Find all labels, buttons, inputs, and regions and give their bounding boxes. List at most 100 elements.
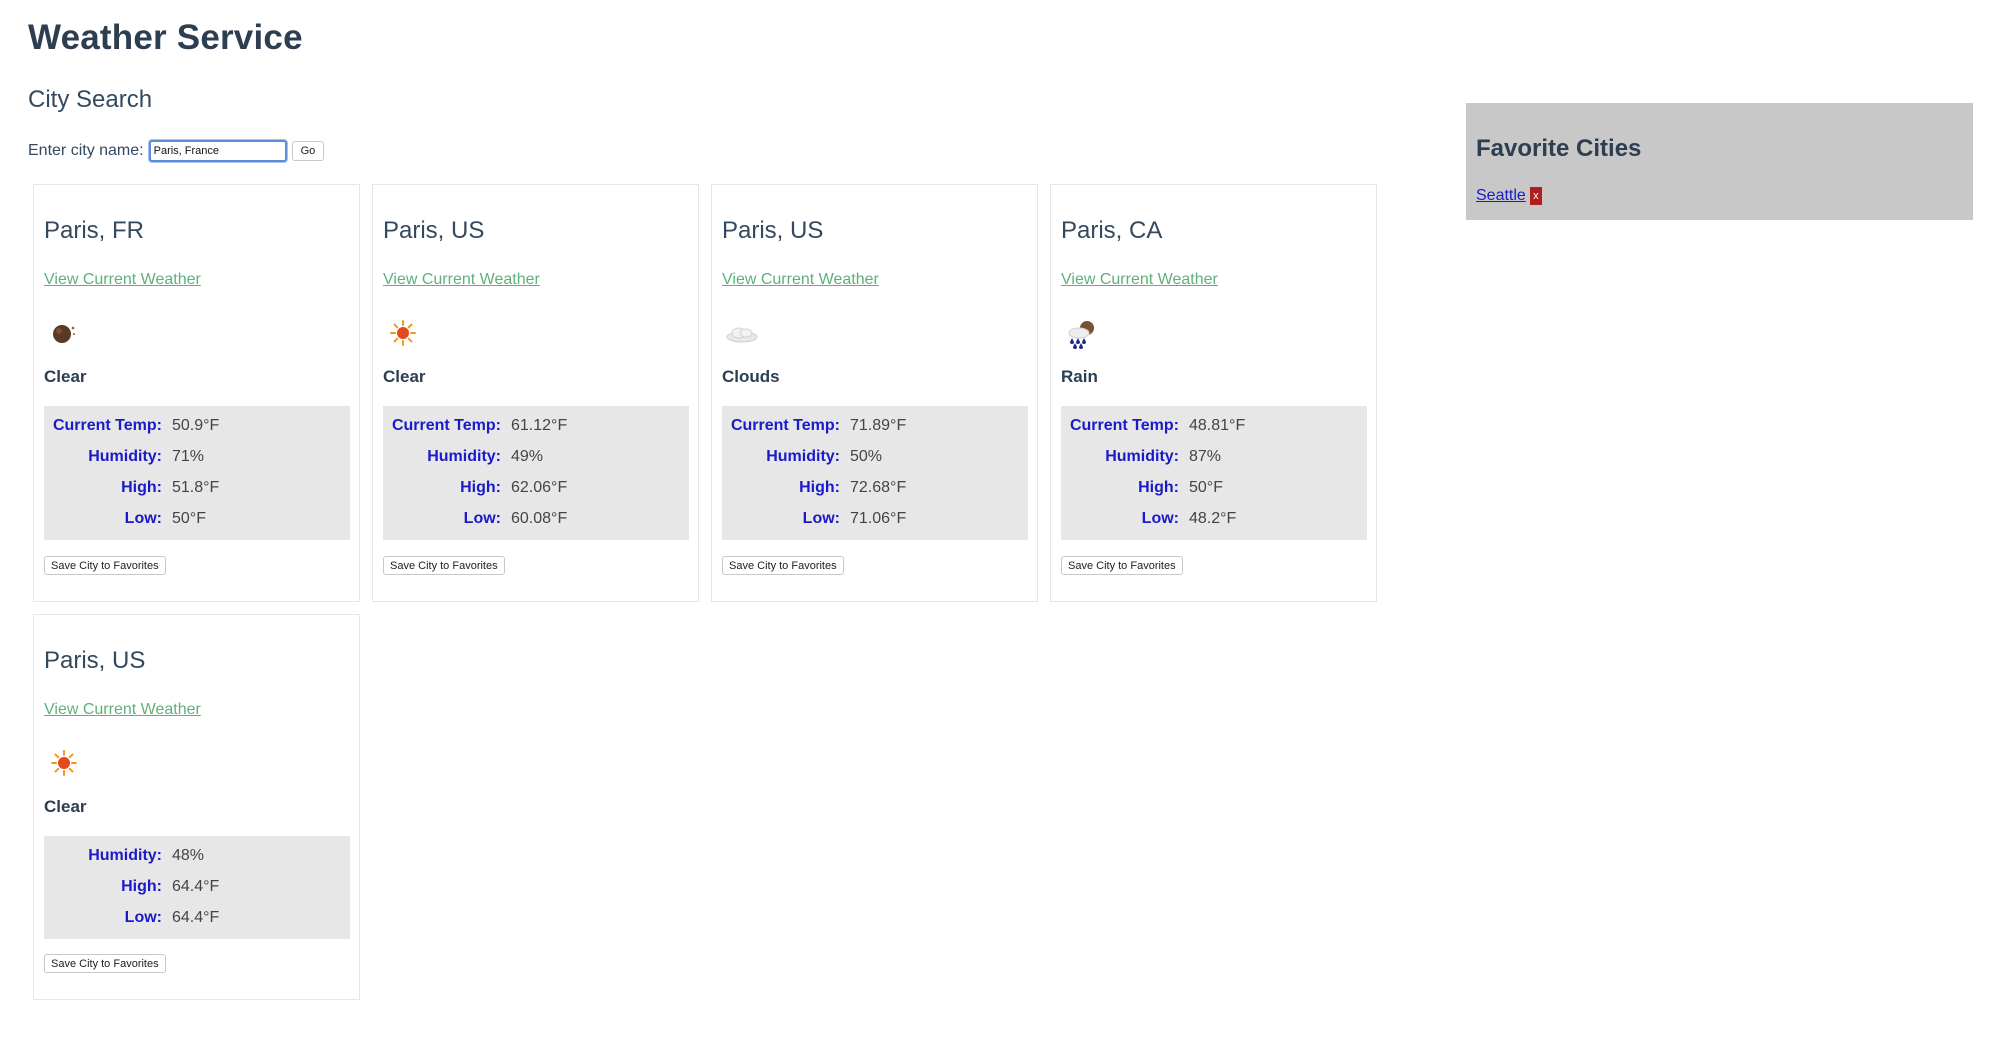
save-city-button[interactable]: Save City to Favorites: [722, 556, 844, 575]
favorite-cities-title: Favorite Cities: [1476, 135, 1642, 162]
stat-label: Current Temp:: [391, 416, 501, 434]
stat-row: Low: 71.06°F: [722, 503, 1028, 534]
stat-row: Low: 64.4°F: [44, 902, 350, 933]
save-city-button[interactable]: Save City to Favorites: [44, 556, 166, 575]
stat-value: 51.8°F: [172, 478, 220, 496]
stat-value: 64.4°F: [172, 908, 220, 926]
stat-label: Low:: [802, 509, 840, 527]
weather-stats: Current Temp: 50.9°F Humidity: 71% High:…: [44, 406, 350, 540]
stat-row: High: 51.8°F: [44, 472, 350, 503]
stat-label: High:: [1138, 478, 1179, 496]
stat-label: Low:: [124, 908, 162, 926]
weather-condition: Clear: [383, 367, 426, 386]
stat-value: 64.4°F: [172, 877, 220, 895]
city-search-form: Enter city name: Go: [28, 140, 325, 162]
city-card: Paris, CA View Current Weather Rain Curr…: [1050, 184, 1377, 602]
stat-value: 50°F: [1189, 478, 1223, 496]
remove-favorite-button[interactable]: x: [1529, 187, 1542, 205]
stat-value: 61.12°F: [511, 416, 568, 434]
stat-row: Low: 48.2°F: [1061, 503, 1367, 534]
stat-label: High:: [121, 478, 162, 496]
favorite-cities-panel: Favorite Cities Seattle x: [1466, 103, 1973, 220]
stat-row: Current Temp: 71.89°F: [722, 410, 1028, 441]
app-title: Weather Service: [28, 18, 303, 57]
moon-icon: [53, 325, 75, 343]
stat-label: High:: [799, 478, 840, 496]
stat-value: 48.81°F: [1189, 416, 1246, 434]
city-name: Paris, US: [44, 647, 146, 674]
stat-row: Humidity: 49%: [383, 441, 689, 472]
stat-label: Low:: [124, 509, 162, 527]
stat-value: 49%: [511, 447, 544, 465]
sun-icon: [390, 320, 416, 346]
stat-label: Current Temp:: [730, 416, 840, 434]
weather-stats: Current Temp: 71.89°F Humidity: 50% High…: [722, 406, 1028, 540]
stat-value: 50°F: [172, 509, 206, 527]
stat-label: Humidity:: [1105, 447, 1179, 465]
city-name: Paris, CA: [1061, 217, 1163, 244]
favorite-city-link[interactable]: Seattle: [1476, 187, 1526, 205]
stat-value: 71.89°F: [850, 416, 907, 434]
city-card: Paris, FR View Current Weather Clear Cur…: [33, 184, 360, 602]
city-name: Paris, US: [383, 217, 485, 244]
weather-condition: Clear: [44, 797, 87, 816]
city-name: Paris, FR: [44, 217, 145, 244]
view-current-weather-link[interactable]: View Current Weather: [1061, 271, 1218, 289]
stat-value: 48.2°F: [1189, 509, 1237, 527]
city-card: Paris, US View Current Weather Clear: [372, 184, 699, 602]
weather-stats: Humidity: 48% High: 64.4°F Low: 64.4°F: [44, 836, 350, 939]
stat-value: 48%: [172, 846, 205, 864]
save-city-button[interactable]: Save City to Favorites: [1061, 556, 1183, 575]
stat-row: High: 72.68°F: [722, 472, 1028, 503]
stat-label: Humidity:: [88, 846, 162, 864]
stat-label: High:: [460, 478, 501, 496]
cloud-icon: [726, 327, 758, 343]
stat-label: Humidity:: [427, 447, 501, 465]
weather-condition: Clear: [44, 367, 87, 386]
stat-row: Low: 60.08°F: [383, 503, 689, 534]
stat-row: High: 64.4°F: [44, 871, 350, 902]
stat-label: High:: [121, 877, 162, 895]
weather-stats: Current Temp: 48.81°F Humidity: 87% High…: [1061, 406, 1367, 540]
city-name: Paris, US: [722, 217, 824, 244]
stat-row: Humidity: 50%: [722, 441, 1028, 472]
stat-row: High: 50°F: [1061, 472, 1367, 503]
stat-label: Low:: [1141, 509, 1179, 527]
stat-label: Humidity:: [766, 447, 840, 465]
stat-value: 72.68°F: [850, 478, 907, 496]
view-current-weather-link[interactable]: View Current Weather: [383, 271, 540, 289]
sun-icon: [51, 750, 77, 776]
view-current-weather-link[interactable]: View Current Weather: [44, 701, 201, 719]
stat-value: 50%: [850, 447, 883, 465]
city-name-label: Enter city name:: [28, 142, 144, 159]
stat-value: 62.06°F: [511, 478, 568, 496]
city-card: Paris, US View Current Weather Clear: [33, 614, 360, 1000]
view-current-weather-link[interactable]: View Current Weather: [722, 271, 879, 289]
weather-stats: Current Temp: 61.12°F Humidity: 49% High…: [383, 406, 689, 540]
stat-value: 50.9°F: [172, 416, 220, 434]
save-city-button[interactable]: Save City to Favorites: [383, 556, 505, 575]
stat-value: 60.08°F: [511, 509, 568, 527]
stat-row: Current Temp: 48.81°F: [1061, 410, 1367, 441]
stat-row: Current Temp: 50.9°F: [44, 410, 350, 441]
stat-row: Humidity: 48%: [44, 840, 350, 871]
city-card: Paris, US View Current Weather Clouds Cu…: [711, 184, 1038, 602]
stat-label: Low:: [463, 509, 501, 527]
weather-condition: Rain: [1061, 367, 1098, 386]
city-search-title: City Search: [28, 86, 153, 113]
view-current-weather-link[interactable]: View Current Weather: [44, 271, 201, 289]
city-name-input[interactable]: [148, 140, 287, 162]
stat-value: 71%: [172, 447, 205, 465]
weather-condition: Clouds: [722, 367, 780, 386]
weather-app: Weather Service City Search Enter city n…: [0, 0, 2000, 1042]
go-button[interactable]: Go: [291, 141, 325, 161]
save-city-button[interactable]: Save City to Favorites: [44, 954, 166, 973]
stat-row: High: 62.06°F: [383, 472, 689, 503]
stat-row: Humidity: 87%: [1061, 441, 1367, 472]
favorite-city-item: Seattle x: [1476, 187, 1542, 205]
stat-value: 71.06°F: [850, 509, 907, 527]
stat-value: 87%: [1189, 447, 1222, 465]
stat-label: Current Temp:: [1069, 416, 1179, 434]
stat-row: Low: 50°F: [44, 503, 350, 534]
stat-label: Current Temp:: [52, 416, 162, 434]
